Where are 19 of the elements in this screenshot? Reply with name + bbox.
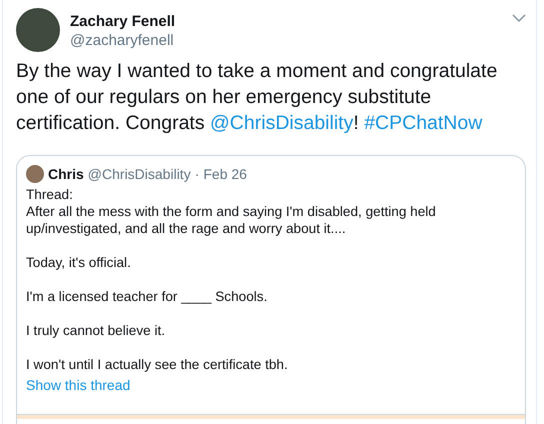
quoted-text-line: I won't until I actually see the certificate tbh.	[26, 356, 289, 373]
quoted-author-name: Chris	[48, 165, 84, 183]
avatar-placeholder[interactable]	[16, 8, 60, 52]
tweet-text: By the way I wanted to take a moment and congratulate one of our regulars on her emergency substitute certification. Congrats @ChrisDisability! #CPChatNow	[16, 59, 498, 136]
mention-link[interactable]: @ChrisDisability	[210, 112, 354, 134]
quoted-text-line: Today, it's official.	[26, 254, 132, 271]
quoted-text-line: After all the mess with the form and saying I'm disabled, getting held up/investigated, and all the rage and worry about it....	[26, 203, 437, 237]
show-thread-link[interactable]: Show this thread	[26, 376, 130, 394]
quoted-date: Feb 26	[203, 165, 247, 183]
author-name[interactable]: Zachary Fenell	[70, 12, 176, 31]
quoted-text-line: Thread:	[26, 186, 74, 203]
quoted-text-line: I'm a licensed teacher for ____ Schools.	[26, 288, 268, 305]
quoted-text-line: I truly cannot believe it.	[26, 322, 166, 339]
hashtag-link[interactable]: #CPChatNow	[364, 112, 482, 134]
avatar-placeholder	[26, 165, 44, 183]
chevron-down-icon[interactable]	[512, 14, 526, 23]
separator-dot: ·	[194, 165, 200, 183]
quoted-author-handle: @ChrisDisability	[88, 165, 191, 183]
author-handle[interactable]: @zacharyfenell	[70, 31, 176, 51]
